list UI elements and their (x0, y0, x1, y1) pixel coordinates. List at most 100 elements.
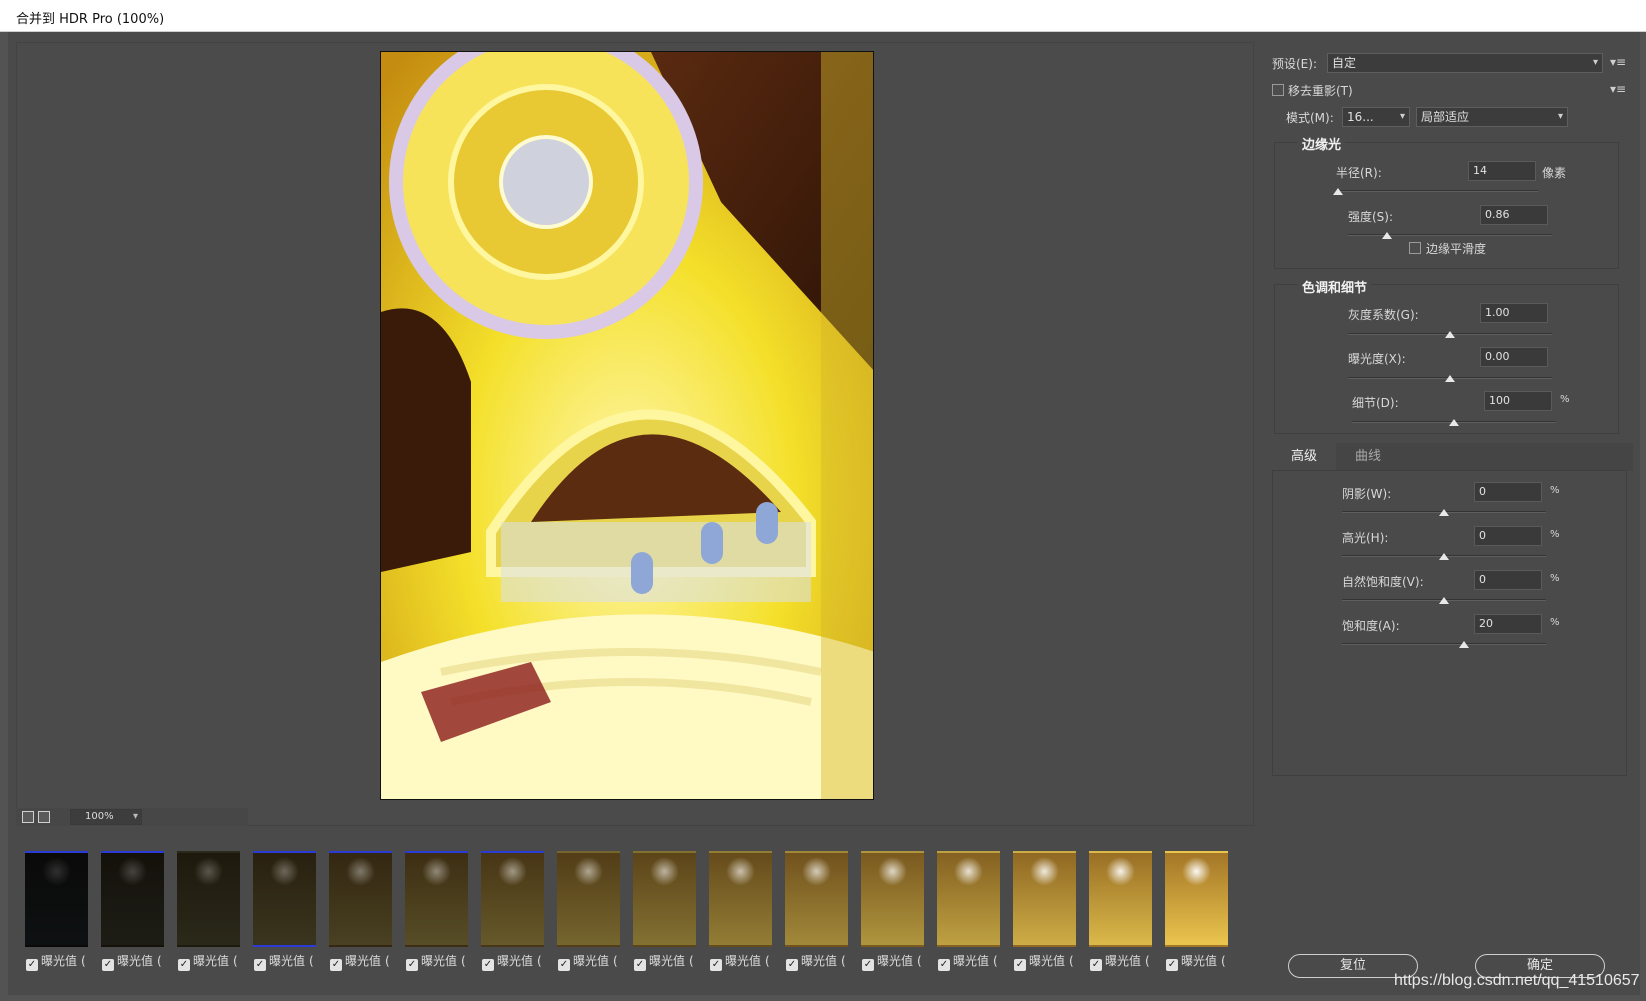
gamma-input[interactable]: 1.00 (1480, 303, 1548, 323)
thumbnail-image[interactable] (785, 851, 848, 947)
include-checkbox[interactable]: ✓ (102, 959, 114, 971)
highlight-input[interactable]: 0 (1474, 526, 1542, 546)
tab-curve[interactable]: 曲线 (1336, 443, 1400, 471)
saturation-slider[interactable] (1342, 643, 1546, 645)
include-checkbox[interactable]: ✓ (558, 959, 570, 971)
include-checkbox[interactable]: ✓ (634, 959, 646, 971)
thumbnail-label[interactable]: ✓ 曝光值( (178, 952, 238, 971)
bit-depth-select[interactable]: 16... ▾ (1342, 107, 1410, 127)
actual-size-icon[interactable] (38, 811, 50, 823)
options-menu-icon[interactable]: ▾≡ (1610, 82, 1626, 96)
vibrance-slider-handle[interactable] (1439, 597, 1449, 604)
thumbnail-image[interactable] (1089, 851, 1152, 947)
thumbnail-image[interactable] (405, 851, 468, 947)
source-thumbnail[interactable]: ✓ 曝光值( (1010, 842, 1076, 971)
thumbnail-label[interactable]: ✓ 曝光值( (102, 952, 162, 971)
radius-input[interactable]: 14 (1468, 161, 1536, 181)
preset-menu-icon[interactable]: ▾≡ (1610, 55, 1626, 69)
detail-input[interactable]: 100 (1484, 391, 1552, 411)
thumbnail-image[interactable] (709, 851, 772, 947)
thumbnail-label[interactable]: ✓ 曝光值( (1090, 952, 1150, 971)
include-checkbox[interactable]: ✓ (1014, 959, 1026, 971)
source-thumbnail[interactable]: ✓ 曝光值( (554, 842, 620, 971)
thumbnail-label[interactable]: ✓ 曝光值( (558, 952, 618, 971)
source-thumbnail[interactable]: ✓ 曝光值( (174, 842, 240, 971)
include-checkbox[interactable]: ✓ (178, 959, 190, 971)
include-checkbox[interactable]: ✓ (330, 959, 342, 971)
thumbnail-label[interactable]: ✓ 曝光值( (254, 952, 314, 971)
include-checkbox[interactable]: ✓ (482, 959, 494, 971)
shadow-input[interactable]: 0 (1474, 482, 1542, 502)
exposure-value-label: 曝光值 (421, 954, 458, 968)
thumbnail-image[interactable] (937, 851, 1000, 947)
exposure-slider-handle[interactable] (1445, 375, 1455, 382)
source-thumbnail[interactable]: ✓ 曝光值( (478, 842, 544, 971)
remove-ghosts-checkbox[interactable] (1272, 84, 1284, 96)
thumbnail-image[interactable] (861, 851, 924, 947)
source-thumbnail[interactable]: ✓ 曝光值( (1086, 842, 1152, 971)
include-checkbox[interactable]: ✓ (1166, 959, 1178, 971)
include-checkbox[interactable]: ✓ (786, 959, 798, 971)
settings-tabs: 高级 曲线 (1272, 443, 1633, 471)
include-checkbox[interactable]: ✓ (26, 959, 38, 971)
method-select[interactable]: 局部适应 ▾ (1416, 107, 1568, 127)
fit-view-icon[interactable] (22, 811, 34, 823)
thumbnail-label[interactable]: ✓ 曝光值( (938, 952, 998, 971)
source-thumbnail[interactable]: ✓ 曝光值( (858, 842, 924, 971)
source-thumbnail[interactable]: ✓ 曝光值( (402, 842, 468, 971)
source-thumbnail[interactable]: ✓ 曝光值( (630, 842, 696, 971)
thumbnail-image[interactable] (101, 851, 164, 947)
thumbnail-image[interactable] (329, 851, 392, 947)
source-thumbnail[interactable]: ✓ 曝光值( (1162, 842, 1228, 971)
zoom-select[interactable]: 100% ▾ (70, 809, 142, 825)
radius-slider-handle[interactable] (1333, 188, 1343, 195)
source-thumbnail[interactable]: ✓ 曝光值( (98, 842, 164, 971)
include-checkbox[interactable]: ✓ (1090, 959, 1102, 971)
highlight-slider-handle[interactable] (1439, 553, 1449, 560)
thumbnail-label[interactable]: ✓ 曝光值( (786, 952, 846, 971)
thumbnail-label[interactable]: ✓ 曝光值( (710, 952, 770, 971)
strength-slider[interactable] (1348, 234, 1552, 236)
thumbnail-image[interactable] (253, 851, 316, 947)
tab-advanced[interactable]: 高级 (1272, 443, 1336, 471)
strength-slider-handle[interactable] (1381, 232, 1392, 239)
saturation-slider-handle[interactable] (1459, 641, 1470, 648)
thumbnail-label[interactable]: ✓ 曝光值( (482, 952, 542, 971)
radius-slider[interactable] (1338, 190, 1538, 192)
saturation-label: 饱和度(A): (1342, 619, 1400, 633)
thumbnail-label[interactable]: ✓ 曝光值( (634, 952, 694, 971)
thumbnail-image[interactable] (633, 851, 696, 947)
source-thumbnail[interactable]: ✓ 曝光值( (326, 842, 392, 971)
vibrance-input[interactable]: 0 (1474, 570, 1542, 590)
source-thumbnail[interactable]: ✓ 曝光值( (782, 842, 848, 971)
preset-select[interactable]: 自定 ▾ (1327, 53, 1603, 73)
exposure-input[interactable]: 0.00 (1480, 347, 1548, 367)
detail-slider-handle[interactable] (1449, 419, 1459, 426)
thumbnail-image[interactable] (1165, 851, 1228, 947)
smooth-edges-checkbox[interactable] (1409, 242, 1421, 254)
thumbnail-image[interactable] (177, 851, 240, 947)
thumbnail-label[interactable]: ✓ 曝光值( (406, 952, 466, 971)
thumbnail-image[interactable] (25, 851, 88, 947)
source-thumbnail[interactable]: ✓ 曝光值( (250, 842, 316, 971)
source-thumbnail[interactable]: ✓ 曝光值( (706, 842, 772, 971)
include-checkbox[interactable]: ✓ (862, 959, 874, 971)
include-checkbox[interactable]: ✓ (938, 959, 950, 971)
thumbnail-label[interactable]: ✓ 曝光值( (1166, 952, 1226, 971)
thumbnail-label[interactable]: ✓ 曝光值( (1014, 952, 1074, 971)
source-thumbnail[interactable]: ✓ 曝光值( (934, 842, 1000, 971)
shadow-slider-handle[interactable] (1439, 509, 1449, 516)
thumbnail-image[interactable] (557, 851, 620, 947)
gamma-slider-handle[interactable] (1445, 331, 1455, 338)
include-checkbox[interactable]: ✓ (710, 959, 722, 971)
thumbnail-label[interactable]: ✓ 曝光值( (862, 952, 922, 971)
thumbnail-image[interactable] (1013, 851, 1076, 947)
source-thumbnail[interactable]: ✓ 曝光值( (22, 842, 88, 971)
thumbnail-label[interactable]: ✓ 曝光值( (330, 952, 390, 971)
thumbnail-label[interactable]: ✓ 曝光值( (26, 952, 86, 971)
include-checkbox[interactable]: ✓ (254, 959, 266, 971)
include-checkbox[interactable]: ✓ (406, 959, 418, 971)
saturation-input[interactable]: 20 (1474, 614, 1542, 634)
thumbnail-image[interactable] (481, 851, 544, 947)
strength-input[interactable]: 0.86 (1480, 205, 1548, 225)
